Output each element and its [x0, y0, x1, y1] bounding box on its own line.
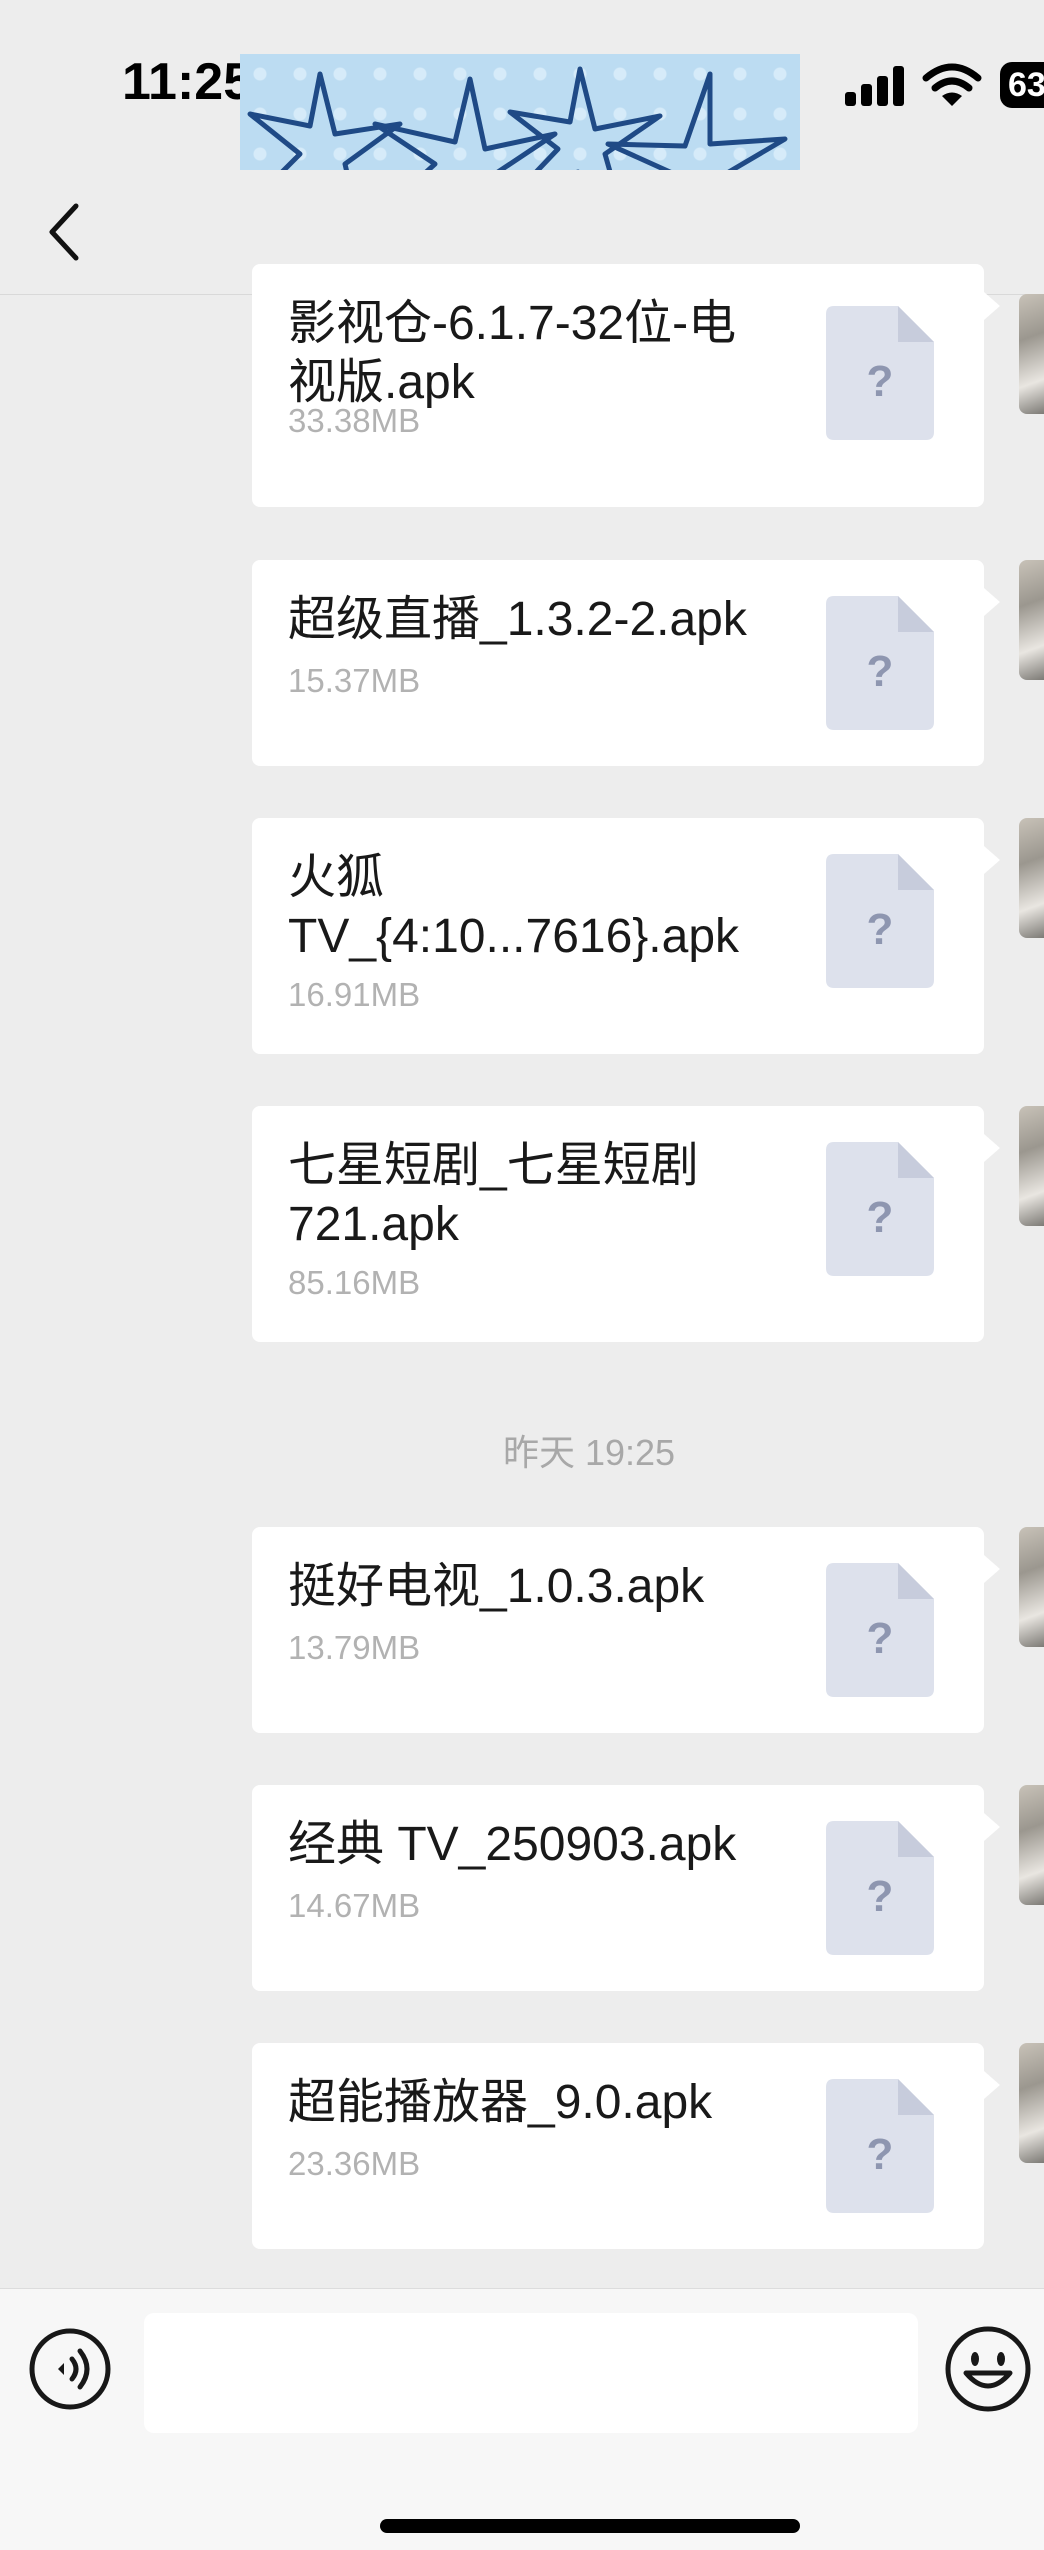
emoji-icon — [945, 2326, 1031, 2412]
file-name: 超能播放器_9.0.apk — [288, 2076, 713, 2129]
avatar[interactable] — [1019, 1785, 1044, 1905]
svg-text:?: ? — [867, 1193, 894, 1242]
message-input[interactable] — [144, 2313, 918, 2433]
cellular-signal-icon — [845, 66, 905, 106]
svg-text:?: ? — [867, 1872, 894, 1921]
chat-area[interactable]: 影视仓-6.1.7-32位-电视版.apk 33.38MB ? 超级直播_1.3… — [0, 264, 1044, 2294]
file-name: 七星短剧_七星短剧721.apk — [288, 1139, 699, 1251]
file-message[interactable]: 挺好电视_1.0.3.apk 13.79MB ? — [252, 1527, 1000, 1733]
status-bar: 11:25 63 — [0, 0, 1044, 260]
unknown-file-icon: ? — [826, 854, 934, 988]
file-message[interactable]: 经典 TV_250903.apk 14.67MB ? — [252, 1785, 1000, 1991]
file-message[interactable]: 超能播放器_9.0.apk 23.36MB ? — [252, 2043, 1000, 2249]
input-bar — [0, 2288, 1044, 2550]
voice-button[interactable] — [28, 2327, 112, 2411]
chevron-left-icon — [49, 203, 79, 261]
unknown-file-icon: ? — [826, 596, 934, 730]
avatar[interactable] — [1019, 1527, 1044, 1647]
wifi-icon — [922, 62, 982, 108]
svg-text:?: ? — [867, 905, 894, 954]
svg-text:?: ? — [867, 647, 894, 696]
avatar[interactable] — [1019, 1106, 1044, 1226]
file-size: 23.36MB — [288, 2145, 421, 2182]
svg-text:?: ? — [867, 1614, 894, 1663]
file-message[interactable]: 七星短剧_七星短剧721.apk 85.16MB ? — [252, 1106, 1000, 1342]
unknown-file-icon: ? — [826, 2079, 934, 2213]
unknown-file-icon: ? — [826, 1142, 934, 1276]
status-time: 11:25 — [122, 53, 253, 111]
svg-text:?: ? — [867, 357, 894, 406]
file-name: 经典 TV_250903.apk — [288, 1818, 737, 1871]
battery-icon: 63 — [1000, 62, 1044, 108]
file-name: 火狐 TV_{4:10...7616}.apk — [288, 851, 740, 963]
avatar[interactable] — [1019, 818, 1044, 938]
avatar[interactable] — [1019, 2043, 1044, 2163]
message-timestamp: 昨天 19:25 — [502, 1432, 676, 1473]
unknown-file-icon: ? — [826, 1821, 934, 1955]
file-name: 超级直播_1.3.2-2.apk — [288, 593, 747, 646]
file-size: 15.37MB — [288, 662, 421, 699]
avatar[interactable] — [1019, 294, 1044, 414]
file-name: 挺好电视_1.0.3.apk — [288, 1560, 705, 1613]
file-message[interactable]: 影视仓-6.1.7-32位-电视版.apk 33.38MB ? — [252, 264, 1000, 507]
file-size: 33.38MB — [288, 402, 421, 439]
file-message[interactable]: 超级直播_1.3.2-2.apk 15.37MB ? — [252, 560, 1000, 766]
home-indicator — [380, 2519, 800, 2533]
file-size: 13.79MB — [288, 1629, 421, 1666]
file-size: 16.91MB — [288, 976, 421, 1013]
file-message[interactable]: 火狐 TV_{4:10...7616}.apk 16.91MB ? — [252, 818, 1000, 1054]
back-button[interactable] — [40, 200, 90, 264]
file-size: 14.67MB — [288, 1887, 421, 1924]
file-size: 85.16MB — [288, 1264, 421, 1301]
voice-icon — [29, 2328, 111, 2410]
avatar[interactable] — [1019, 560, 1044, 680]
svg-text:?: ? — [867, 2130, 894, 2179]
unknown-file-icon: ? — [826, 1563, 934, 1697]
unknown-file-icon: ? — [826, 306, 934, 440]
file-name: 影视仓-6.1.7-32位-电视版.apk — [288, 297, 737, 409]
emoji-button[interactable] — [944, 2325, 1032, 2413]
